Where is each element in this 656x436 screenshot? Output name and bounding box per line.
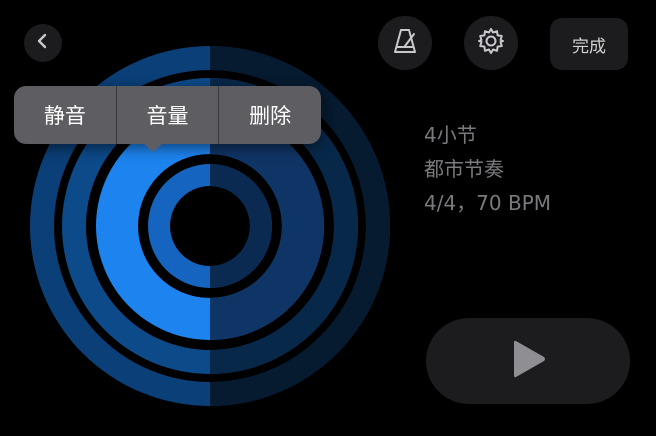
context-menu: 静音 音量 删除 bbox=[14, 86, 321, 144]
context-menu-pointer bbox=[142, 142, 164, 152]
ring-center bbox=[174, 190, 246, 262]
bar-count: 4小节 bbox=[424, 123, 477, 147]
back-button[interactable] bbox=[24, 24, 62, 62]
gear-icon bbox=[476, 26, 506, 60]
delete-menu-item[interactable]: 删除 bbox=[219, 86, 321, 144]
metronome-icon bbox=[390, 26, 420, 60]
tempo-signature: 4/4，70 BPM bbox=[424, 191, 552, 215]
metronome-button[interactable] bbox=[378, 16, 432, 70]
settings-button[interactable] bbox=[464, 16, 518, 70]
chevron-left-icon bbox=[35, 33, 51, 53]
play-icon bbox=[508, 337, 548, 385]
done-button[interactable]: 完成 bbox=[550, 18, 628, 70]
loop-rings[interactable] bbox=[0, 0, 420, 436]
volume-menu-item[interactable]: 音量 bbox=[117, 86, 219, 144]
mute-menu-item[interactable]: 静音 bbox=[14, 86, 116, 144]
play-button[interactable] bbox=[426, 318, 630, 404]
loop-info: 4小节 都市节奏 4/4，70 BPM bbox=[424, 118, 551, 220]
pattern-name: 都市节奏 bbox=[424, 157, 504, 181]
live-loops-screen: 完成 静音 音量 删除 4小节 都市节奏 4/4，70 BPM bbox=[0, 0, 656, 436]
